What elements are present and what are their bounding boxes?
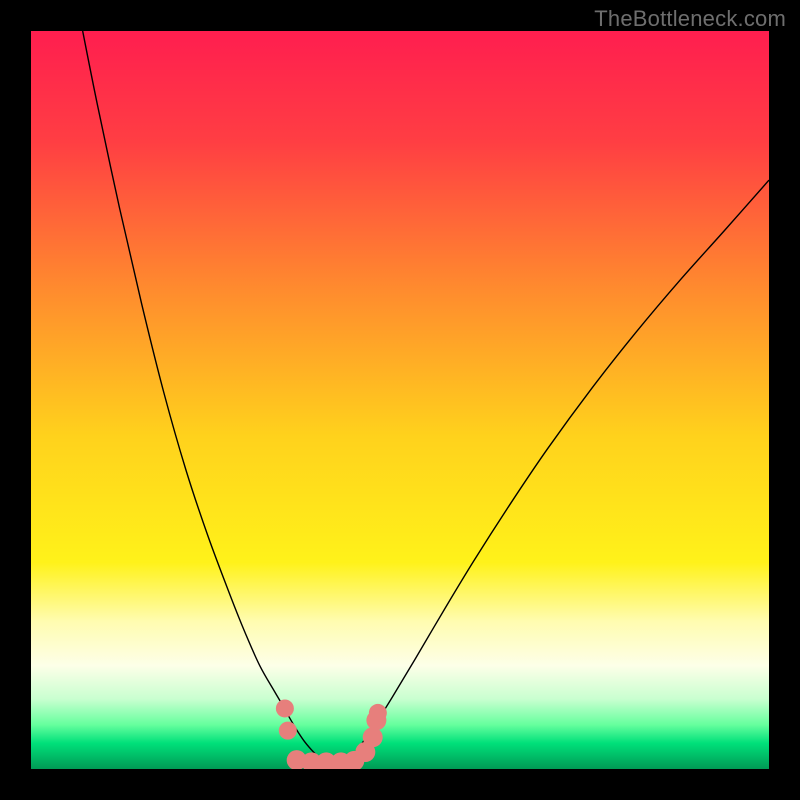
- marker-dot: [363, 727, 383, 747]
- chart-svg: [31, 31, 769, 769]
- marker-dot: [369, 704, 387, 722]
- chart-background: [31, 31, 769, 769]
- watermark-text: TheBottleneck.com: [594, 6, 786, 32]
- chart-frame: TheBottleneck.com: [0, 0, 800, 800]
- marker-dot: [279, 722, 297, 740]
- marker-dot: [276, 699, 294, 717]
- chart-plot-area: [31, 31, 769, 769]
